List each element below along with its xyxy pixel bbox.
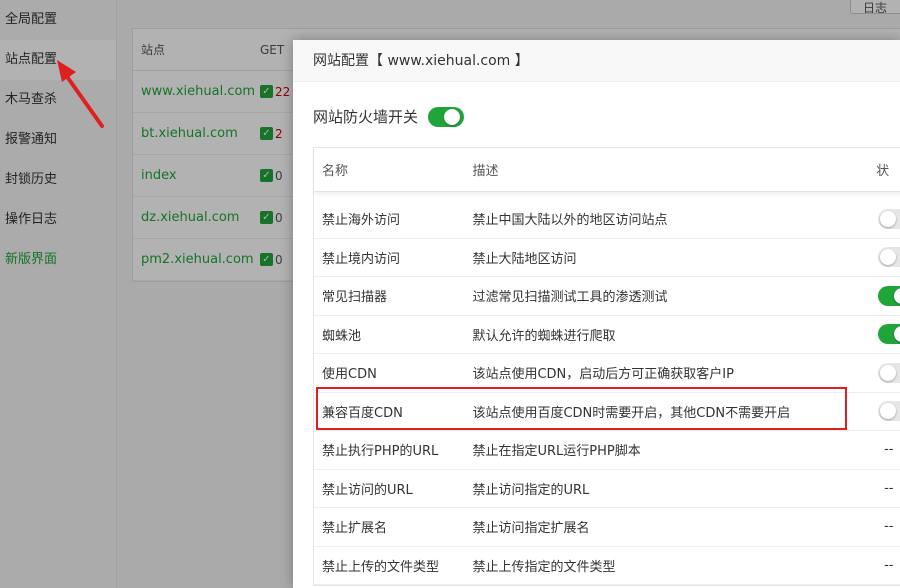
firewall-switch-row: 网站防火墙开关 [313, 106, 465, 127]
status-dash: -- [884, 557, 894, 573]
rule-status: -- [876, 481, 900, 496]
rule-description: 默认允许的蜘蛛进行爬取 [472, 328, 616, 344]
rule-description: 禁止访问指定扩展名 [472, 521, 590, 537]
toggle-knob [880, 249, 896, 266]
column-header-name: 名称 [322, 164, 349, 179]
rule-description: 禁止访问指定的URL [472, 482, 590, 498]
rule-name: 禁止海外访问 [322, 213, 401, 229]
rule-status [876, 208, 900, 229]
toggle-knob [894, 287, 900, 304]
firewall-switch-label: 网站防火墙开关 [313, 108, 419, 126]
rule-status: -- [876, 519, 900, 534]
rule-toggle[interactable] [878, 247, 900, 268]
rule-name: 禁止执行PHP的URL [322, 444, 439, 460]
rule-toggle[interactable] [878, 285, 900, 306]
rule-description: 该站点使用CDN，启动后方可正确获取客户IP [472, 367, 734, 383]
rule-row: 禁止境内访问 禁止大陆地区访问 [314, 239, 900, 277]
rule-row: 禁止访问的URL 禁止访问指定的URL -- [314, 470, 900, 508]
rule-name: 蜘蛛池 [322, 328, 362, 344]
rule-row: 蜘蛛池 默认允许的蜘蛛进行爬取 [314, 316, 900, 354]
toggle-knob [880, 364, 896, 381]
toggle-knob [444, 108, 461, 125]
toggle-knob [880, 403, 896, 420]
table-header: 名称 描述 状 [314, 148, 900, 192]
rule-name: 禁止境内访问 [322, 251, 401, 267]
rule-row: 常见扫描器 过滤常见扫描测试工具的渗透测试 [314, 277, 900, 316]
rule-status [876, 285, 900, 306]
site-config-dialog: 网站配置【 www.xiehual.com 】 网站防火墙开关 名称 描述 状 … [293, 40, 900, 588]
dialog-title: 网站配置【 www.xiehual.com 】 [293, 40, 900, 82]
rule-toggle[interactable] [878, 401, 900, 422]
rule-description: 禁止中国大陆以外的地区访问站点 [472, 213, 668, 229]
rule-row: 禁止上传的文件类型 禁止上传指定的文件类型 -- [314, 547, 900, 585]
status-dash: -- [884, 442, 894, 458]
rule-description: 禁止上传指定的文件类型 [472, 559, 616, 575]
rule-status [876, 324, 900, 345]
rule-toggle[interactable] [878, 362, 900, 383]
rule-row: 禁止执行PHP的URL 禁止在指定URL运行PHP脚本 -- [314, 431, 900, 470]
rule-name: 常见扫描器 [322, 290, 388, 306]
rule-status: -- [876, 442, 900, 457]
rule-row: 禁止扩展名 禁止访问指定扩展名 -- [314, 508, 900, 547]
rule-name: 使用CDN [322, 367, 377, 383]
rule-description: 过滤常见扫描测试工具的渗透测试 [472, 290, 668, 306]
rule-description: 禁止大陆地区访问 [472, 251, 577, 267]
rule-name: 禁止访问的URL [322, 482, 413, 498]
rule-status [876, 401, 900, 422]
rule-name: 禁止上传的文件类型 [322, 559, 440, 575]
rule-name: 禁止扩展名 [322, 521, 388, 537]
rule-status [876, 247, 900, 268]
rule-row: 禁止海外访问 禁止中国大陆以外的地区访问站点 [314, 200, 900, 239]
rule-toggle[interactable] [878, 208, 900, 229]
toggle-knob [880, 210, 896, 227]
column-header-desc: 描述 [472, 164, 499, 179]
rule-toggle[interactable] [878, 324, 900, 345]
status-dash: -- [884, 519, 894, 535]
rule-table: 名称 描述 状 禁止海外访问 禁止中国大陆以外的地区访问站点禁止境内访问 禁止大陆地… [313, 147, 900, 586]
firewall-toggle[interactable] [428, 106, 465, 127]
toggle-knob [894, 326, 900, 343]
rule-description: 禁止在指定URL运行PHP脚本 [472, 444, 641, 460]
highlight-box [316, 387, 847, 430]
column-header-status: 状 [876, 164, 890, 179]
rule-status: -- [876, 558, 900, 573]
rule-status [876, 362, 900, 383]
status-dash: -- [884, 480, 894, 496]
